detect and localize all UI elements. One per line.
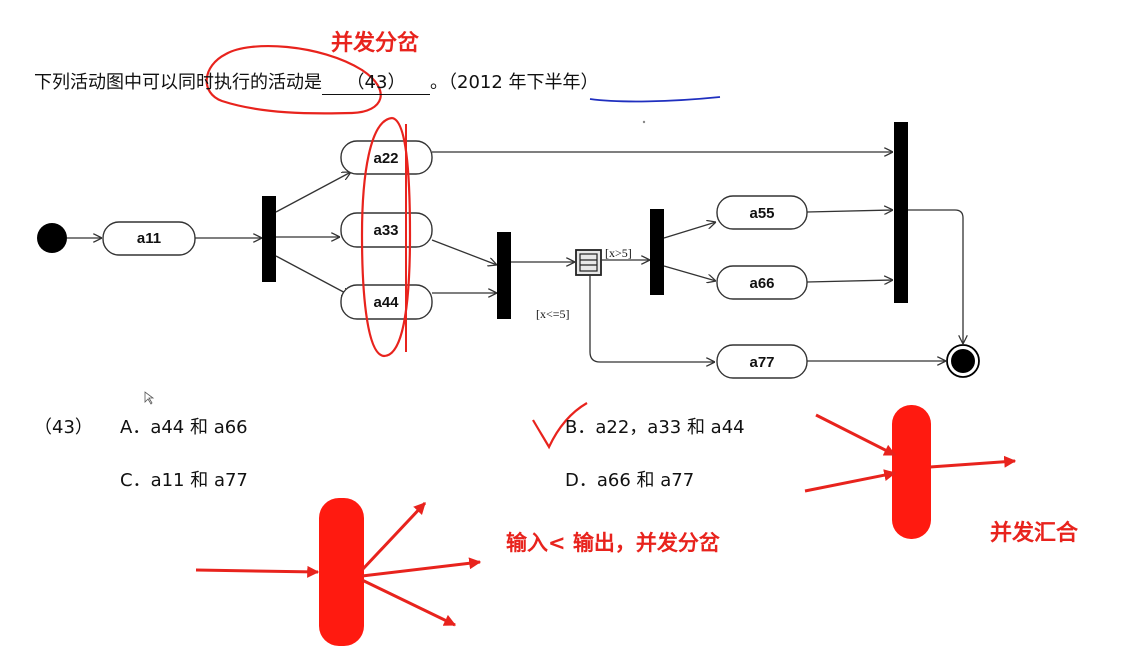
- question-text: 下列活动图中可以同时执行的活动是 （43） 。（2012 年下半年）: [34, 68, 599, 95]
- final-node-inner: [951, 349, 975, 373]
- fork-bar-3: [650, 209, 664, 295]
- option-a: A．a44 和 a66: [120, 417, 248, 438]
- option-b: B．a22，a33 和 a44: [565, 417, 745, 438]
- red-join-bar: [892, 405, 931, 539]
- activity-a66-label: a66: [749, 275, 774, 292]
- initial-node: [37, 223, 67, 253]
- flow-a55-join4: [806, 210, 893, 212]
- red-fork-input-arrow: [195, 565, 320, 578]
- guard-x-le-5: [x<=5]: [536, 307, 570, 321]
- red-fork-bar: [319, 498, 364, 646]
- question-source: （2012 年下半年）: [448, 72, 599, 93]
- red-join-input-arrow-1: [815, 413, 897, 457]
- annotation-fork-explain: 输入< 输出，并发分岔: [506, 531, 720, 555]
- flow-fork1-a44: [275, 255, 351, 296]
- red-join-input-arrow-2: [804, 469, 897, 493]
- red-fork-output-arrow-3: [361, 578, 457, 627]
- flow-fork1-a22: [275, 172, 351, 213]
- cursor-icon: [144, 391, 155, 405]
- annotation-join-title: 并发汇合: [990, 521, 1079, 546]
- activity-a55-label: a55: [749, 205, 774, 222]
- blue-underline: [589, 96, 721, 103]
- stray-dot: [642, 120, 646, 124]
- annotation-fork-title: 并发分岔: [331, 31, 420, 56]
- flow-join4-final: [908, 209, 963, 344]
- join-bar-2: [497, 232, 511, 319]
- activity-a11-label: a11: [137, 230, 161, 247]
- activity-a77-label: a77: [749, 354, 774, 371]
- fork-bar-1: [262, 196, 276, 282]
- diagram-canvas: a11 a22 a33 a44 [x>5] [x<=5] a55 a66 a77: [37, 44, 1017, 646]
- option-d: D．a66 和 a77: [565, 470, 695, 491]
- activity-a22-label: a22: [373, 150, 398, 167]
- guard-x-gt-5: [x>5]: [605, 246, 632, 260]
- flow-a66-join4: [806, 280, 893, 282]
- option-number: （43）: [34, 417, 93, 438]
- flow-fork3-a55: [663, 222, 716, 239]
- activity-a33-label: a33: [373, 222, 398, 239]
- option-c: C．a11 和 a77: [120, 470, 248, 491]
- flow-fork3-a66: [663, 265, 716, 281]
- red-join-output-arrow: [929, 455, 1017, 469]
- question-period: 。: [430, 72, 448, 93]
- question-stem: 下列活动图中可以同时执行的活动是: [34, 72, 322, 93]
- question-blank: （43）: [322, 68, 430, 95]
- red-fork-output-arrow-1: [360, 501, 427, 572]
- activity-a44-label: a44: [373, 294, 399, 311]
- flow-a33-join2: [431, 239, 497, 265]
- red-fork-output-arrow-2: [361, 557, 482, 578]
- join-bar-4: [894, 122, 908, 303]
